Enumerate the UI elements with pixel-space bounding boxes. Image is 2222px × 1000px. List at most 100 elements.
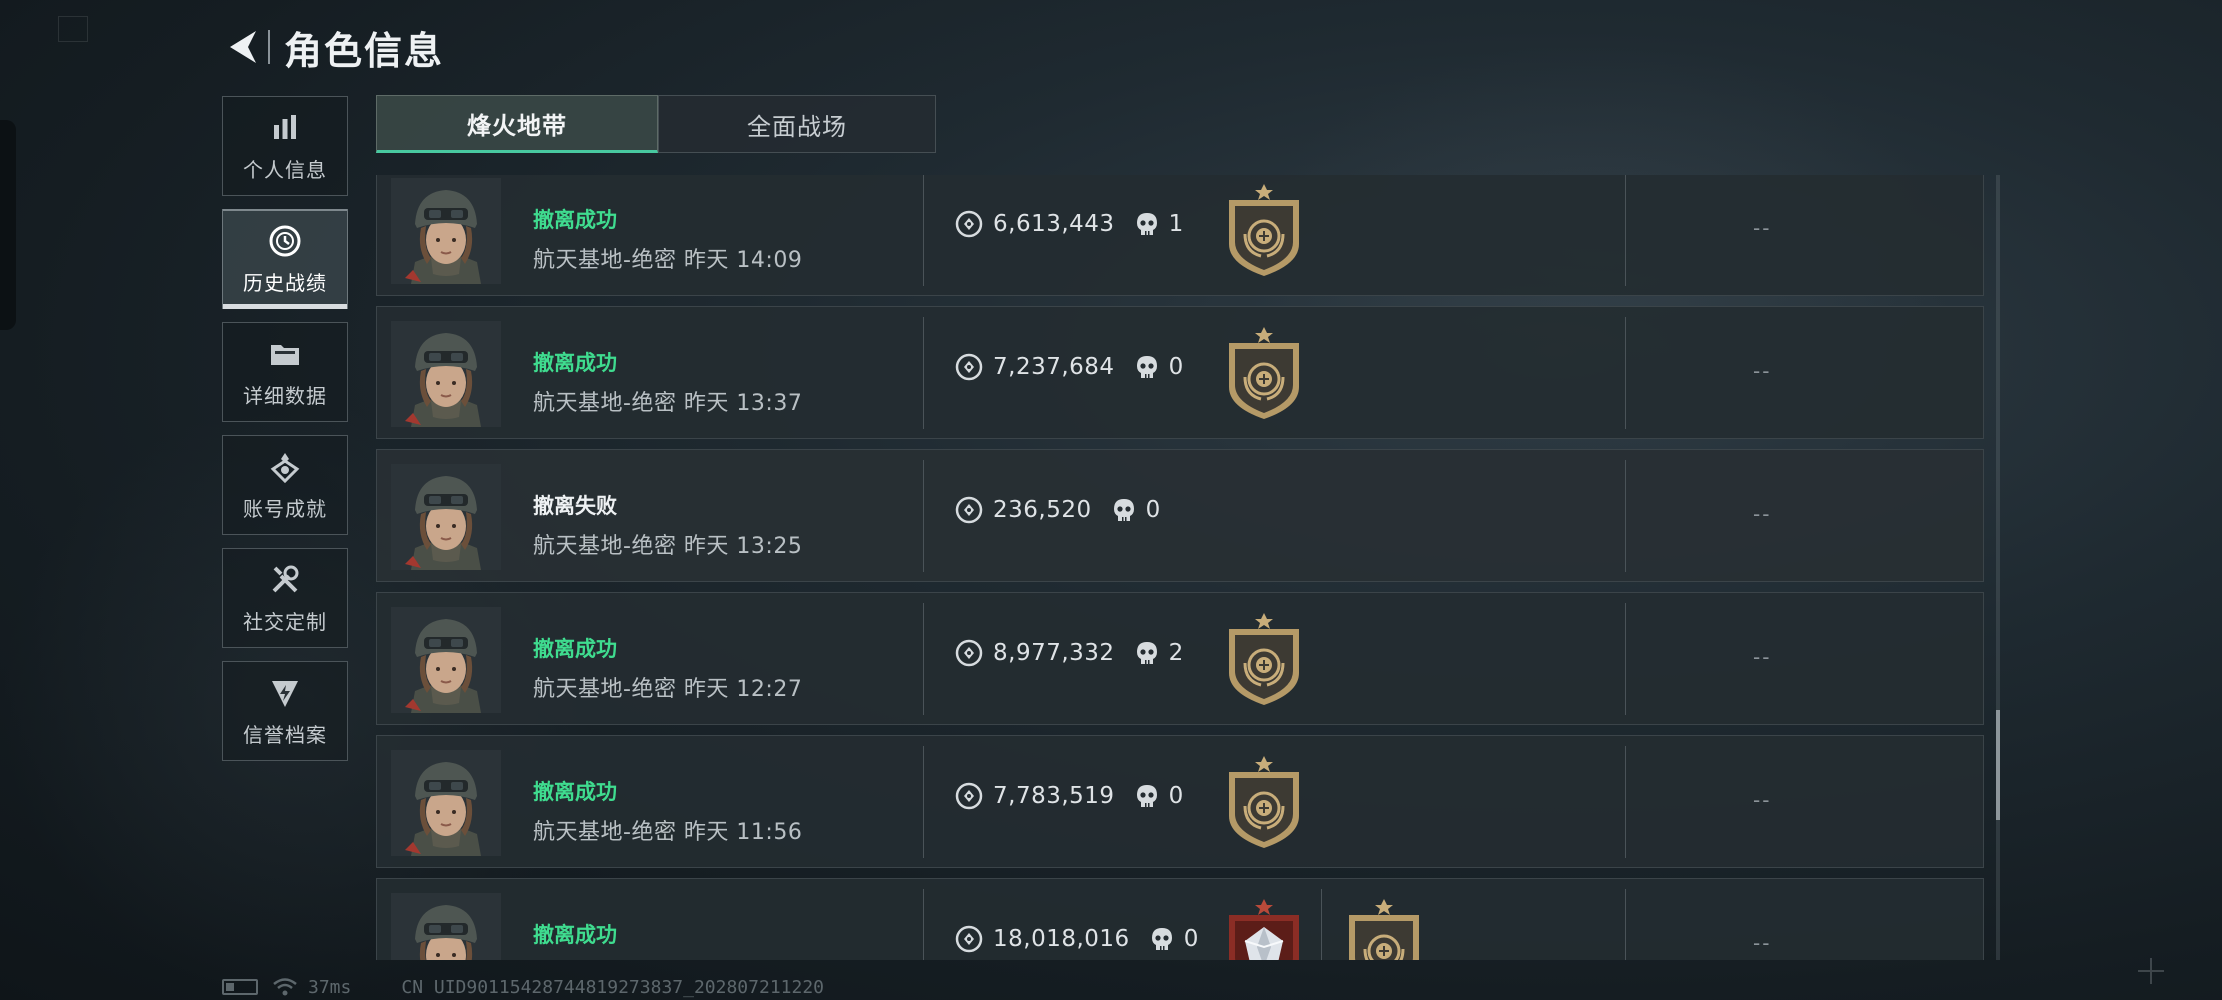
extraction-result: 撤离成功 xyxy=(533,637,617,661)
nav-item-personal-info[interactable]: 个人信息 xyxy=(222,96,348,196)
kill-count: 0 xyxy=(1145,497,1161,523)
match-row[interactable]: 撤离成功航天基地-绝密 昨天 12:27 8,977,332 2 -- xyxy=(376,592,1984,725)
column-divider xyxy=(1625,317,1626,429)
skull-icon xyxy=(1136,785,1157,807)
gold-emblem-badge[interactable] xyxy=(1223,325,1305,421)
side-navigation: 个人信息 历史战绩 详细数据 账号成就 社交定制 信誉档案 xyxy=(222,96,348,774)
match-row[interactable]: 撤离成功巴克什-绝密 昨天 11:07 18,018,016 0 -- xyxy=(376,878,1984,960)
extra-stat: -- xyxy=(1753,645,1772,669)
kill-group: 0 xyxy=(1135,783,1183,809)
skull-icon xyxy=(1136,356,1157,378)
skull-icon xyxy=(1136,213,1157,235)
operator-avatar xyxy=(391,464,501,570)
header-divider xyxy=(268,30,270,64)
folder-icon xyxy=(267,336,303,372)
extra-stat: -- xyxy=(1753,216,1772,240)
screen-edge-tab xyxy=(0,120,16,330)
nav-item-social-custom[interactable]: 社交定制 xyxy=(222,548,348,648)
bar-chart-icon xyxy=(267,110,303,146)
red-diamond-badge[interactable] xyxy=(1223,897,1305,960)
column-divider xyxy=(923,317,924,429)
value-group: 7,783,519 0 xyxy=(955,782,1183,810)
column-divider xyxy=(923,175,924,286)
nav-label: 个人信息 xyxy=(243,157,327,182)
map-and-time: 航天基地-绝密 昨天 14:09 xyxy=(533,248,803,273)
nav-item-match-history[interactable]: 历史战绩 xyxy=(222,209,348,309)
operator-avatar xyxy=(391,178,501,284)
gold-emblem-badge[interactable] xyxy=(1223,182,1305,278)
column-divider xyxy=(1625,603,1626,715)
match-row[interactable]: 撤离成功 航天基地-绝密 昨天 11:56 7,783,519 0 -- xyxy=(376,735,1984,868)
skull-icon xyxy=(1136,642,1157,664)
kill-group: 0 xyxy=(1135,354,1183,380)
scrollbar-track[interactable] xyxy=(1996,175,2000,960)
extraction-result: 撤离成功 xyxy=(533,208,617,232)
column-divider xyxy=(1321,889,1322,960)
gold-emblem-badge[interactable] xyxy=(1343,897,1425,960)
achievement-icon xyxy=(267,449,303,485)
column-divider xyxy=(923,889,924,960)
extra-stat: -- xyxy=(1753,931,1772,955)
value-group: 7,237,684 0 xyxy=(955,353,1183,381)
value-group: 18,018,016 0 xyxy=(955,925,1198,953)
match-row[interactable]: 撤离成功 航天基地-绝密 昨天 13:37 7,237,684 0 -- xyxy=(376,306,1984,439)
value-group: 236,520 0 xyxy=(955,496,1160,524)
loot-value: 6,613,443 xyxy=(993,211,1115,237)
extraction-result: 撤离失败 xyxy=(533,494,617,518)
skull-icon xyxy=(1113,499,1134,521)
currency-icon xyxy=(955,496,983,524)
map-and-time: 航天基地-绝密 昨天 12:27 xyxy=(533,677,803,702)
nav-item-achievements[interactable]: 账号成就 xyxy=(222,435,348,535)
operator-avatar xyxy=(391,321,501,427)
uid-text: CN UID9011542874481927383​7_202807211220 xyxy=(401,976,824,998)
extraction-result: 撤离成功 xyxy=(533,351,617,375)
kill-group: 0 xyxy=(1150,926,1198,952)
scrollbar-thumb[interactable] xyxy=(1996,710,2000,820)
loot-value: 18,018,016 xyxy=(993,926,1130,952)
nav-item-reputation[interactable]: 信誉档案 xyxy=(222,661,348,761)
nav-item-detailed-data[interactable]: 详细数据 xyxy=(222,322,348,422)
loot-value: 8,977,332 xyxy=(993,640,1115,666)
map-and-time: 航天基地-绝密 昨天 11:56 xyxy=(533,820,803,845)
currency-icon xyxy=(955,639,983,667)
column-divider xyxy=(923,460,924,572)
match-history-list[interactable]: 撤离成功 航天基地-绝密 昨天 14:09 6,613,443 1 -- 撤离成功 航天基地… xyxy=(376,175,1984,960)
nav-label: 信誉档案 xyxy=(243,722,327,747)
kill-count: 1 xyxy=(1168,211,1184,237)
ping-text: 37ms xyxy=(308,976,352,998)
column-divider xyxy=(1625,746,1626,858)
match-row[interactable]: 撤离失败航天基地-绝密 昨天 13:25 236,520 0 -- xyxy=(376,449,1984,582)
kill-group: 0 xyxy=(1112,497,1161,523)
kill-count: 2 xyxy=(1168,640,1184,666)
gold-emblem-badge[interactable] xyxy=(1223,611,1305,707)
battery-icon xyxy=(222,979,258,995)
column-divider xyxy=(1625,175,1626,286)
clock-history-icon xyxy=(267,223,303,259)
column-divider xyxy=(1625,460,1626,572)
loot-value: 7,237,684 xyxy=(993,354,1115,380)
currency-icon xyxy=(955,782,983,810)
tab-beacon-zone[interactable]: 烽火地带 xyxy=(376,95,658,153)
nav-label: 历史战绩 xyxy=(243,270,327,295)
operator-avatar xyxy=(391,893,501,960)
match-row[interactable]: 撤离成功航天基地-绝密 昨天 14:09 6,613,443 1 -- xyxy=(376,175,1984,296)
extra-stat: -- xyxy=(1753,502,1772,526)
shield-bolt-icon xyxy=(267,675,303,711)
value-group: 6,613,443 1 xyxy=(955,210,1183,238)
kill-group: 1 xyxy=(1135,211,1184,237)
extraction-result: 撤离成功 xyxy=(533,780,617,804)
map-and-time: 航天基地-绝密 昨天 13:25 xyxy=(533,534,803,559)
gold-emblem-badge[interactable] xyxy=(1223,754,1305,850)
value-group: 8,977,332 2 xyxy=(955,639,1183,667)
column-divider xyxy=(1625,889,1626,960)
mode-tabs: 烽火地带 全面战场 xyxy=(376,95,936,153)
tab-full-battlefield[interactable]: 全面战场 xyxy=(658,95,936,153)
plus-mark-icon xyxy=(2138,958,2164,984)
back-button[interactable] xyxy=(222,25,262,69)
page-title: 角色信息 xyxy=(284,28,445,73)
operator-avatar xyxy=(391,750,501,856)
operator-avatar xyxy=(391,607,501,713)
page-header: 角色信息 xyxy=(222,22,445,73)
tools-icon xyxy=(267,562,303,598)
column-divider xyxy=(923,603,924,715)
